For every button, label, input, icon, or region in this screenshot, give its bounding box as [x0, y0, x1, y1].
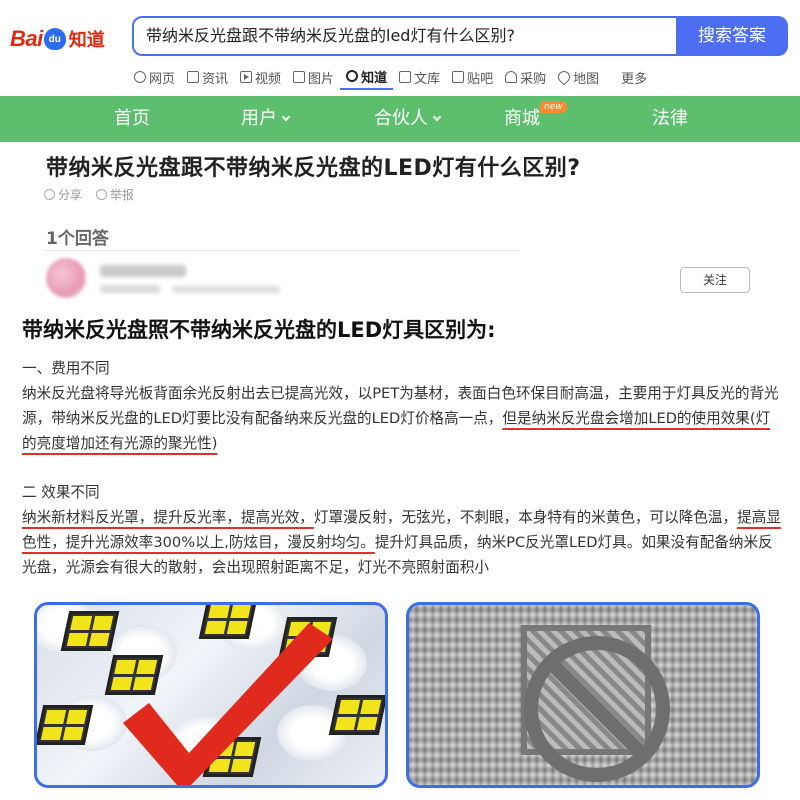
question-actions: 分享 举报 — [44, 186, 148, 203]
tab-more[interactable]: 更多 — [615, 64, 653, 90]
section-title: 一、费用不同 — [22, 360, 110, 377]
tab-label: 采购 — [520, 71, 547, 87]
divider — [44, 250, 520, 251]
tab-label: 视频 — [255, 71, 282, 87]
prohibited-icon — [524, 636, 670, 782]
logo-zhidao-text: 知道 — [68, 30, 105, 51]
video-icon — [240, 71, 253, 83]
gnav-label: 合伙人 — [374, 108, 428, 129]
chevron-down-icon — [432, 112, 442, 122]
answerer-meta-blurred — [100, 285, 160, 293]
gnav-mall[interactable]: 商城 new — [504, 96, 567, 142]
share-button[interactable]: 分享 — [44, 186, 82, 203]
tieba-icon — [452, 71, 465, 83]
tab-label: 贴吧 — [467, 71, 494, 87]
chevron-down-icon — [281, 112, 291, 122]
paw-icon: du — [43, 28, 66, 50]
tab-label: 更多 — [621, 71, 648, 87]
web-icon — [134, 71, 146, 83]
tab-label: 网页 — [149, 71, 176, 87]
tab-map[interactable]: 地图 — [552, 64, 605, 90]
zhidao-icon — [346, 70, 359, 82]
avatar[interactable] — [46, 258, 86, 298]
gnav-partner[interactable]: 合伙人 — [374, 96, 442, 142]
underlined-text: 纳米新材料反光罩，提升反光率，提高光效， — [22, 509, 314, 526]
tab-video[interactable]: 视频 — [234, 64, 287, 90]
gnav-law[interactable]: 法律 — [652, 96, 688, 142]
section-paragraph: 纳米新材料反光罩，提升反光率，提高光效，灯罩漫反射，无弦光，不刺眼，本身特有的米… — [22, 505, 782, 580]
gnav-home[interactable]: 首页 — [114, 96, 150, 142]
report-button[interactable]: 举报 — [96, 186, 134, 203]
tab-zhidao[interactable]: 知道 — [340, 64, 394, 90]
section-title: 二 效果不同 — [22, 484, 100, 501]
cai-icon — [505, 71, 518, 83]
gnav-label: 用户 — [241, 108, 277, 129]
section-paragraph: 纳米反光盘将导光板背面余光反射出去已提高光效，以PET为基材，表面白色环保目耐高… — [22, 381, 782, 456]
follow-button[interactable]: 关注 — [680, 267, 750, 293]
tab-news[interactable]: 资讯 — [181, 64, 234, 90]
tab-cai[interactable]: 采购 — [499, 64, 552, 90]
search-category-tabs: 网页 资讯 视频 图片 知道 文库 贴吧 采购 地图 更多 — [128, 64, 653, 94]
wenku-icon — [399, 71, 412, 83]
tab-image[interactable]: 图片 — [287, 64, 340, 90]
tab-web[interactable]: 网页 — [128, 64, 181, 90]
search-input[interactable]: 带纳米反光盘跟不带纳米反光盘的led灯有什么区别? — [132, 16, 678, 56]
answer-heading: 带纳米反光盘照不带纳米反光盘的LED灯具区别为: — [22, 318, 496, 342]
question-title: 带纳米反光盘跟不带纳米反光盘的LED灯有什么区别? — [46, 156, 581, 181]
new-badge: new — [540, 101, 567, 113]
tab-label: 资讯 — [202, 71, 229, 87]
report-label: 举报 — [110, 188, 135, 202]
gnav-label: 商城 — [504, 108, 540, 129]
share-icon — [44, 189, 55, 200]
tab-label: 知道 — [361, 70, 388, 86]
share-label: 分享 — [58, 188, 83, 202]
green-nav-bar: 首页 用户 合伙人 商城 new 法律 — [0, 96, 800, 142]
tab-label: 文库 — [414, 71, 441, 87]
answer-section-effect: 二 效果不同 纳米新材料反光罩，提升反光率，提高光效，灯罩漫反射，无弦光，不刺眼… — [22, 480, 782, 580]
tab-wenku[interactable]: 文库 — [393, 64, 446, 90]
baidu-zhidao-logo[interactable]: Bai du 知道 — [10, 24, 105, 54]
answerer-meta-blurred — [172, 286, 280, 293]
answer-section-cost: 一、费用不同 纳米反光盘将导光板背面余光反射出去已提高光效，以PET为基材，表面… — [22, 356, 782, 456]
tab-label: 地图 — [573, 71, 600, 87]
paragraph-text: 灯罩漫反射，无弦光，不刺眼，本身特有的米黄色，可以降色温， — [313, 509, 738, 526]
led-without-reflector-image[interactable] — [406, 602, 760, 788]
news-icon — [187, 71, 200, 83]
tab-label: 图片 — [308, 71, 335, 87]
header: Bai du 知道 带纳米反光盘跟不带纳米反光盘的led灯有什么区别? 搜索答案… — [0, 0, 800, 96]
image-icon — [293, 71, 306, 83]
report-icon — [96, 189, 108, 200]
answer-count: 1个回答 — [46, 229, 109, 249]
search-button[interactable]: 搜索答案 — [676, 16, 788, 56]
gnav-user[interactable]: 用户 — [241, 96, 291, 142]
tab-tieba[interactable]: 贴吧 — [446, 64, 499, 90]
answerer-name-blurred — [100, 265, 186, 277]
checkmark-icon — [123, 623, 333, 785]
map-icon — [555, 68, 573, 86]
led-with-reflector-image[interactable] — [34, 602, 388, 788]
logo-bai-text: Bai — [10, 26, 43, 51]
